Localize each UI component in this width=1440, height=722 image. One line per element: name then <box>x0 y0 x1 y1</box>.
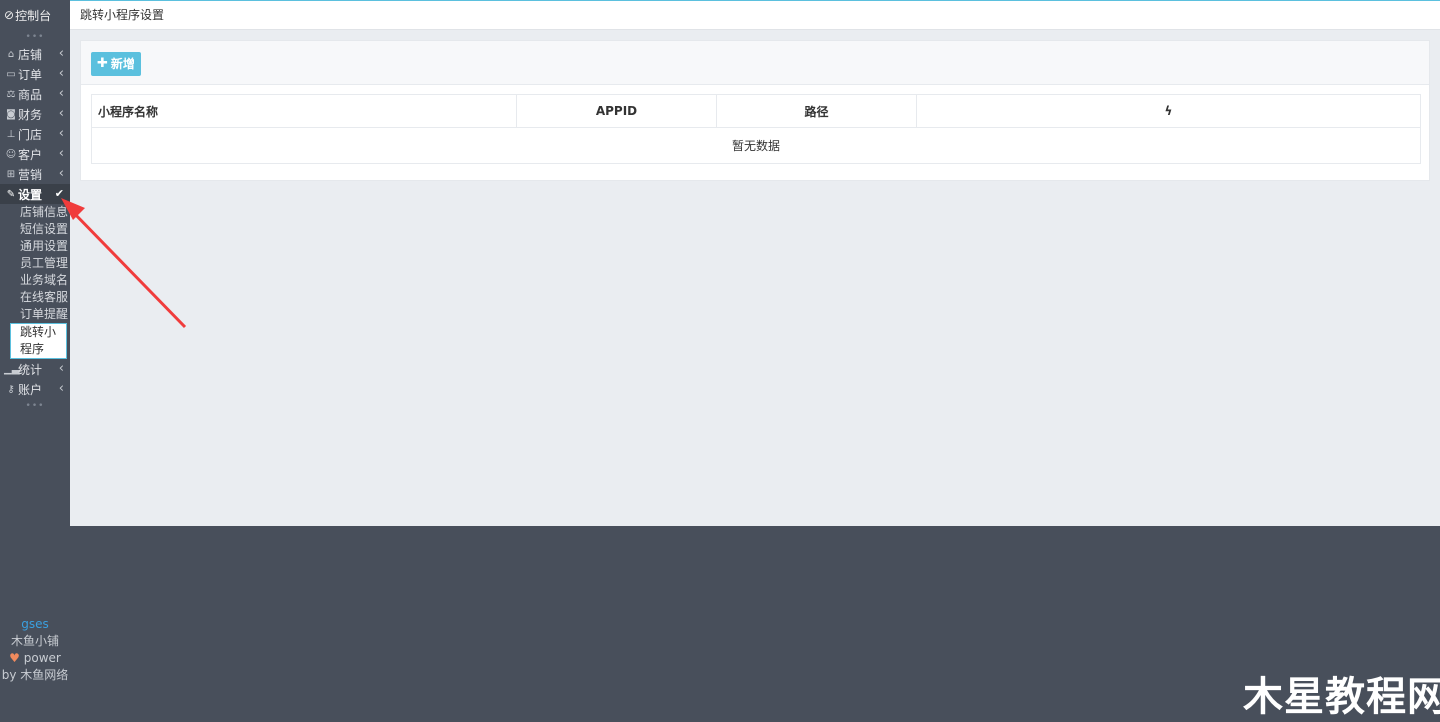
chevron-left-icon: ‹ <box>58 126 64 141</box>
nav-item-label: 设置 <box>18 187 43 202</box>
chevron-left-icon: ‹ <box>58 66 64 81</box>
top-header: 跳转小程序设置 <box>70 0 1440 30</box>
power-line: ♥ power <box>0 650 70 667</box>
arrow-head <box>61 198 85 220</box>
dashboard-icon: ⊘ <box>4 8 15 22</box>
plus-icon: ✚ <box>97 56 108 71</box>
gift-icon: ⊞ <box>6 168 16 180</box>
column-header-path: 路径 <box>716 94 917 128</box>
nav-item-customer[interactable]: ☺ 客户 ‹ <box>0 144 70 164</box>
nav-item-label: 财务 <box>18 107 43 122</box>
empty-state: 暂无数据 <box>91 127 1421 164</box>
nav-item-label: 营销 <box>18 167 43 182</box>
content-card: ✚ 新增 小程序名称 APPID 路径 ϟ 暂无数据 <box>80 40 1430 181</box>
shop-name: 木鱼小铺 <box>10 634 59 648</box>
company-name: 木鱼网络 <box>20 668 69 682</box>
chevron-left-icon: ‹ <box>58 166 64 181</box>
nav-item-finance[interactable]: ◙ 财务 ‹ <box>0 104 70 124</box>
page-title: 跳转小程序设置 <box>80 8 165 22</box>
add-button[interactable]: ✚ 新增 <box>91 52 141 76</box>
power-text: power <box>23 651 61 665</box>
sidebar: ⊘ 控制台 ••• ⌂ 店铺 ‹ ▭ 订单 ‹ ⚖ 商品 ‹ ◙ 财务 ‹ ⊥ … <box>0 0 70 707</box>
main-content: ✚ 新增 小程序名称 APPID 路径 ϟ 暂无数据 <box>70 30 1440 526</box>
nav-item-store[interactable]: ⊥ 门店 ‹ <box>0 124 70 144</box>
chevron-left-icon: ‹ <box>58 86 64 101</box>
table-header-row: 小程序名称 APPID 路径 ϟ <box>91 94 1421 128</box>
column-header-appid: APPID <box>516 94 717 128</box>
miniprogram-table: 小程序名称 APPID 路径 ϟ 暂无数据 <box>91 94 1421 164</box>
sidebar-footer: gses 木鱼小铺 ♥ power by 木鱼网络 <box>0 616 70 684</box>
nav-item-order[interactable]: ▭ 订单 ‹ <box>0 64 70 84</box>
chevron-left-icon: ‹ <box>58 361 64 376</box>
nav-item-account[interactable]: ⚷ 账户 ‹ <box>0 379 70 399</box>
divider-dots: ••• <box>25 32 45 42</box>
arrow-shaft <box>69 208 187 329</box>
username[interactable]: gses <box>0 616 70 633</box>
nav-item-marketing[interactable]: ⊞ 营销 ‹ <box>0 164 70 184</box>
table-row: 暂无数据 <box>91 127 1421 164</box>
nav-item-shop[interactable]: ⌂ 店铺 ‹ <box>0 44 70 64</box>
nav-item-stats[interactable]: ▁▃ 统计 ‹ <box>0 359 70 379</box>
chevron-left-icon: ‹ <box>58 146 64 161</box>
nav-item-label: 统计 <box>18 362 43 377</box>
heart-icon: ♥ <box>9 651 20 665</box>
watermark: 木星教程网 <box>1243 674 1440 720</box>
order-icon: ▭ <box>6 68 16 80</box>
scale-icon: ⚖ <box>6 88 16 100</box>
column-header-name: 小程序名称 <box>91 94 517 128</box>
divider-dots: ••• <box>25 401 45 411</box>
annotation-arrow <box>61 198 187 329</box>
column-header-actions: ϟ <box>916 94 1421 128</box>
card-toolbar: ✚ 新增 <box>81 41 1429 85</box>
chevron-left-icon: ‹ <box>58 46 64 61</box>
users-icon: ☺ <box>5 148 17 160</box>
nav-dashboard[interactable]: ⊘ 控制台 <box>0 0 70 30</box>
nav-dashboard-label: 控制台 <box>15 8 52 23</box>
company-line: by 木鱼网络 <box>0 667 70 684</box>
chevron-left-icon: ‹ <box>58 381 64 396</box>
wrench-icon: ✎ <box>6 188 16 200</box>
by-text: by <box>1 668 17 682</box>
add-button-label: 新增 <box>110 57 135 71</box>
nav-item-label: 订单 <box>18 67 43 82</box>
key-icon: ⚷ <box>7 383 15 395</box>
sitemap-icon: ⊥ <box>6 128 16 140</box>
nav-item-label: 门店 <box>18 127 43 142</box>
nav-item-label: 店铺 <box>18 47 43 62</box>
signal-icon: ▁▃ <box>4 363 20 375</box>
shop-icon: ⌂ <box>7 48 15 60</box>
nav-item-goods[interactable]: ⚖ 商品 ‹ <box>0 84 70 104</box>
nav-item-label: 账户 <box>18 382 43 397</box>
chevron-left-icon: ‹ <box>58 106 64 121</box>
nav-item-label: 客户 <box>18 147 43 162</box>
nav-item-label: 商品 <box>18 87 43 102</box>
money-icon: ◙ <box>6 108 16 120</box>
